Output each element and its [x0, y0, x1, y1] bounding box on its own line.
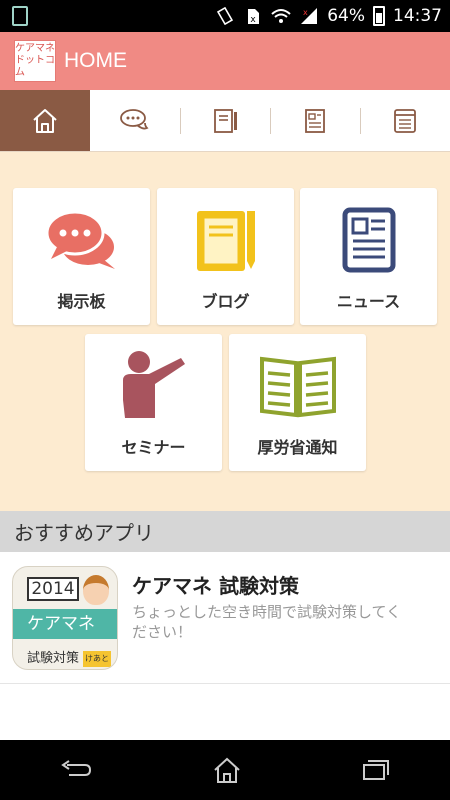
- browser-list-icon: [394, 108, 416, 133]
- tab-bar: [0, 90, 450, 152]
- wifi-icon: [271, 9, 291, 23]
- clock: 14:37: [393, 6, 442, 26]
- battery-icon: [373, 6, 385, 26]
- home-icon: [33, 108, 57, 133]
- tab-home[interactable]: [0, 90, 90, 151]
- tile-label: ブログ: [201, 292, 250, 311]
- app-bar: ケアマネ ドットコム HOME: [0, 32, 450, 90]
- exam-app-icon: 2014 ケアマネ 試験対策 けあとも: [12, 566, 118, 670]
- svg-text:x: x: [251, 15, 257, 25]
- newspaper-icon: [305, 108, 325, 133]
- back-icon[interactable]: [59, 759, 93, 781]
- app-title: ケアマネ 試験対策: [132, 574, 299, 598]
- presenter-icon: [114, 350, 194, 422]
- logo-line-1: ケアマネ: [15, 43, 55, 54]
- tab-blog[interactable]: [180, 90, 270, 151]
- speech-bubbles-icon: [42, 204, 122, 276]
- app-logo[interactable]: ケアマネ ドットコム: [14, 40, 56, 82]
- tile-label: 厚労省通知: [257, 438, 338, 457]
- tab-news[interactable]: [270, 90, 360, 151]
- svg-text:x: x: [303, 8, 308, 17]
- tile-ministry-notice[interactable]: 厚労省通知: [229, 334, 366, 471]
- icon-band: ケアマネ: [13, 609, 117, 639]
- open-book-icon: [258, 350, 338, 422]
- phone-notification-icon: [12, 6, 28, 26]
- recommended-app-item[interactable]: 2014 ケアマネ 試験対策 けあとも ケアマネ 試験対策 ちょっとした空き時間…: [0, 552, 450, 684]
- notebook-icon: [214, 108, 237, 133]
- tile-seminar[interactable]: セミナー: [85, 334, 222, 471]
- page-title: HOME: [64, 49, 127, 72]
- news-document-icon: [329, 204, 409, 276]
- system-nav-bar: [0, 740, 450, 800]
- recommended-apps-list: 2014 ケアマネ 試験対策 けあとも ケアマネ 試験対策 ちょっとした空き時間…: [0, 552, 450, 740]
- home-nav-icon[interactable]: [212, 756, 242, 784]
- tile-label: 掲示板: [57, 292, 106, 311]
- notebook-pencil-icon: [186, 204, 266, 276]
- tab-chat[interactable]: [90, 90, 180, 151]
- icon-subtitle: 試験対策: [27, 651, 80, 666]
- recent-apps-icon[interactable]: [361, 758, 391, 782]
- tile-label: セミナー: [121, 438, 186, 457]
- icon-year: 2014: [27, 577, 79, 601]
- tile-news[interactable]: ニュース: [300, 188, 437, 325]
- chat-bubbles-icon: [120, 108, 149, 129]
- tab-notice[interactable]: [360, 90, 450, 151]
- no-sim-icon: x: [248, 9, 260, 25]
- icon-tag: けあとも: [83, 651, 111, 667]
- recommended-apps-header: おすすめアプリ: [0, 511, 450, 552]
- signal-icon: x: [301, 8, 318, 24]
- vibrate-icon: [217, 7, 234, 25]
- tile-label: ニュース: [336, 292, 401, 311]
- tile-blog[interactable]: ブログ: [157, 188, 294, 325]
- character-icon: [83, 575, 109, 605]
- app-description: ちょっとした空き時間で試験対策してください！: [132, 603, 402, 641]
- status-bar: x x 64% 14:37: [0, 0, 450, 32]
- logo-line-2: ドットコム: [15, 55, 55, 78]
- tile-bulletin-board[interactable]: 掲示板: [13, 188, 150, 325]
- battery-percent: 64%: [327, 6, 365, 26]
